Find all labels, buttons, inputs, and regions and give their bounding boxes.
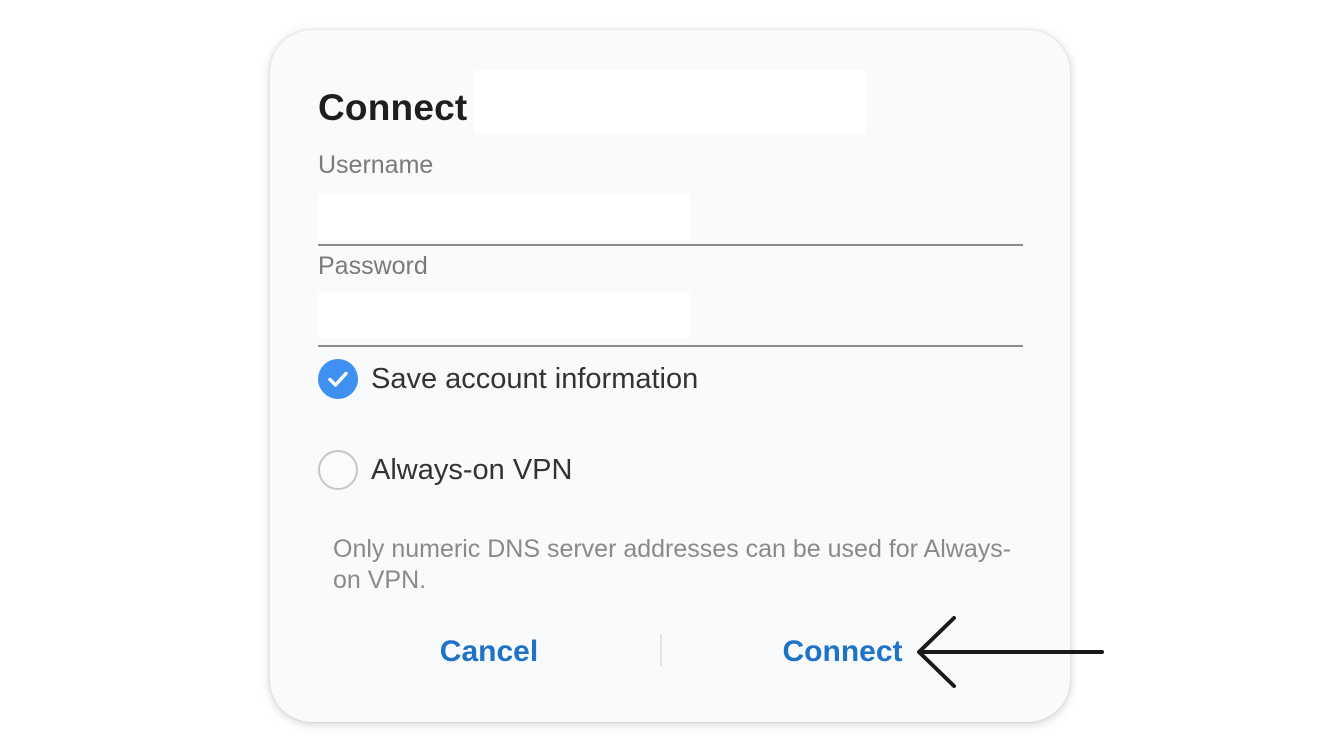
username-field[interactable] xyxy=(318,194,690,240)
password-underline xyxy=(318,345,1023,347)
dialog-title-row: Connect xyxy=(318,82,467,134)
always-on-vpn-checkbox-row[interactable]: Always-on VPN xyxy=(318,450,572,490)
username-underline xyxy=(318,244,1023,246)
left-arrow-icon xyxy=(917,616,1104,688)
checkbox-unchecked-icon[interactable] xyxy=(318,450,358,490)
dialog-title: Connect xyxy=(318,87,468,128)
save-account-label: Save account information xyxy=(371,362,699,395)
password-label: Password xyxy=(318,252,428,280)
username-label: Username xyxy=(318,151,434,179)
button-divider xyxy=(660,634,662,666)
always-on-vpn-label: Always-on VPN xyxy=(371,453,573,486)
password-field[interactable] xyxy=(318,292,690,338)
dns-note: Only numeric DNS server addresses can be… xyxy=(333,535,1012,594)
cancel-button[interactable]: Cancel xyxy=(380,628,598,676)
screen: Connect Username Password Save account i… xyxy=(0,0,1340,752)
checkbox-checked-icon[interactable] xyxy=(318,359,358,399)
redacted-vpn-name xyxy=(474,70,866,134)
save-account-checkbox-row[interactable]: Save account information xyxy=(318,359,698,399)
